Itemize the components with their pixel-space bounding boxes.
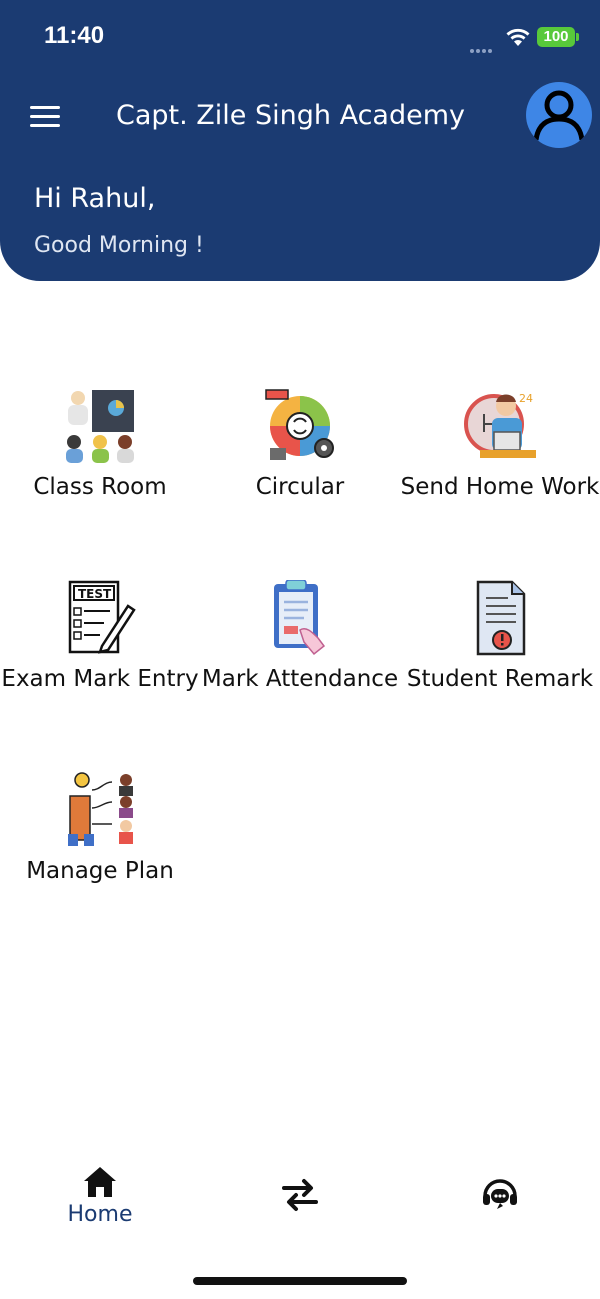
attendance-clipboard-icon [274,580,326,656]
menu-tile-class-room[interactable]: Class Room [0,388,200,518]
nav-home[interactable]: Home [40,1150,160,1230]
home-icon [84,1167,116,1197]
menu-label: Send Home Work [400,474,600,500]
app-title: Capt. Zile Singh Academy [116,100,465,131]
home-indicator [193,1277,407,1285]
menu-label: Manage Plan [26,858,174,884]
menu-tile-student-remark[interactable]: Student Remark [400,580,600,710]
remark-document-icon [476,580,526,656]
user-avatar-icon[interactable] [526,82,592,148]
classroom-icon [66,390,134,463]
app-header: 11:40 100 Capt. Zile Singh Academy Hi Ra… [0,0,600,281]
menu-label: Circular [255,474,345,500]
circular-icon [265,389,334,460]
support-headset-icon [483,1179,517,1209]
svg-text:24: 24 [519,392,533,405]
bottom-navigation: Home [0,1150,600,1250]
nav-switch[interactable] [240,1150,360,1230]
homework-icon: 24 [464,392,536,458]
subgreeting-text: Good Morning ! [34,233,204,258]
manage-plan-icon [68,772,133,846]
cellular-signal-icon [470,38,496,53]
status-time: 11:40 [44,22,105,49]
menu-tile-circular[interactable]: Circular [200,388,400,518]
menu-label: Class Room [33,474,167,500]
greeting-text: Hi Rahul, [34,183,156,214]
menu-tile-mark-attendance[interactable]: Mark Attendance [200,580,400,710]
battery-indicator: 100 [537,27,575,47]
menu-label: Student Remark [406,666,594,692]
nav-home-label: Home [67,1202,133,1227]
menu-label: Mark Attendance [201,666,399,692]
battery-tip [576,33,579,41]
menu-tile-exam-mark-entry[interactable]: TEST Exam Mark Entry [0,580,200,710]
menu-label: Exam Mark Entry [1,666,199,692]
nav-support[interactable] [440,1150,560,1230]
hamburger-menu-icon[interactable] [30,106,60,128]
menu-tile-manage-plan[interactable]: Manage Plan [0,772,200,902]
svg-text:TEST: TEST [78,587,112,601]
menu-tile-send-home-work[interactable]: 24 Send Home Work [400,388,600,518]
wifi-icon [506,28,530,46]
switch-arrows-icon [282,1179,318,1211]
exam-test-icon: TEST [68,580,136,654]
